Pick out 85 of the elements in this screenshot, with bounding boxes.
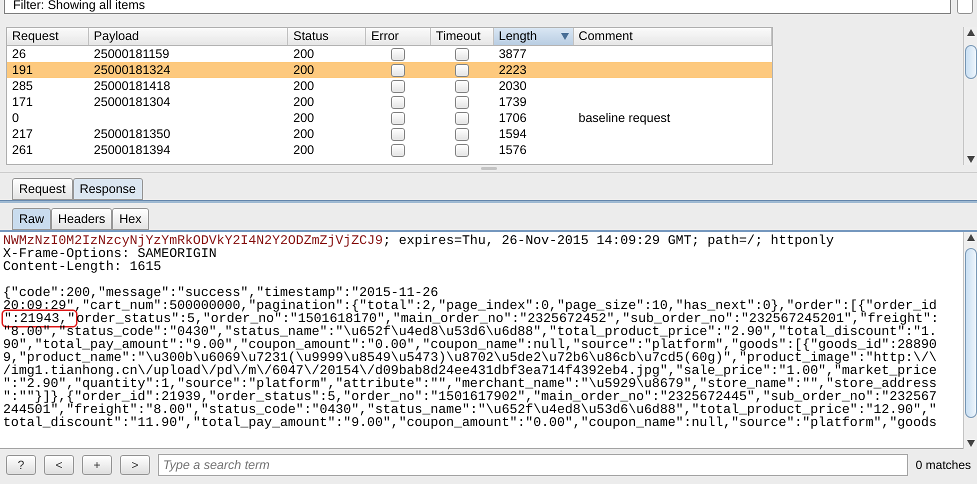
column-header[interactable]: Payload <box>88 28 288 45</box>
tab[interactable]: Raw <box>12 208 52 230</box>
table-cell: 171 <box>12 94 33 109</box>
table-cell: 285 <box>12 78 33 93</box>
search-field[interactable]: Type a search term <box>158 454 908 476</box>
table-cell: 1739 <box>498 94 527 109</box>
checkbox[interactable] <box>455 128 470 140</box>
search-nav-button[interactable]: ? <box>6 455 36 475</box>
response-line: 9,"product_name":"\u300b\u6069\u7231(\u9999\u8549\u5473)\u8702\u5de2\u72b6\u86cb\u7cd5(60g)","product_image":"http:\/\ <box>3 350 937 365</box>
scroll-up-arrow-icon[interactable] <box>967 234 975 241</box>
response-line: ":""}]},{"order_id":21939,"order_status":5,"order_no":"1501617902","main_order_no":"2325672445","sub_order_no":"232567 <box>3 389 937 404</box>
checkbox[interactable] <box>455 48 470 60</box>
table-cell: 2030 <box>498 78 527 93</box>
checkbox[interactable] <box>455 96 470 108</box>
table-cell: baseline request <box>578 110 670 125</box>
tab[interactable]: Response <box>72 178 143 200</box>
checkbox[interactable] <box>455 144 470 156</box>
response-line: 20:09:29","cart_num":500000000,"pagination":{"total":2,"page_index":0,"page_size":10,"has_next":0},"order":[{"order_id <box>3 298 937 313</box>
table-cell: 25000181304 <box>94 94 170 109</box>
splitter-handle[interactable] <box>480 167 496 170</box>
table-cell: 1594 <box>498 126 527 141</box>
column-header[interactable]: Request <box>7 28 89 45</box>
response-line: Content-Length: 1615 <box>3 259 162 274</box>
table-row[interactable]: 191 25000181324 200 2223 <box>7 62 772 78</box>
table-cell: 1576 <box>498 142 527 157</box>
scroll-down-arrow-icon[interactable] <box>967 156 975 163</box>
table-cell: 2223 <box>498 62 527 77</box>
column-header[interactable]: Length <box>494 28 574 45</box>
table-cell: 191 <box>12 62 33 77</box>
scrollbar-thumb[interactable] <box>965 45 977 79</box>
response-line: 90","total_pay_amount":"9.00","coupon_amount":"0.00","coupon_name":null,"source":"platform","goods":[{"goods_id":28890 <box>3 337 937 352</box>
table-cell: 200 <box>293 46 314 61</box>
checkbox[interactable] <box>391 112 406 124</box>
checkbox[interactable] <box>455 64 470 76</box>
table-cell: 25000181324 <box>94 62 170 77</box>
table-cell: 261 <box>12 142 33 157</box>
checkbox[interactable] <box>391 64 406 76</box>
table-cell: 217 <box>12 126 33 141</box>
tab[interactable]: Headers <box>51 208 112 230</box>
sort-arrow-icon <box>560 33 569 40</box>
cookie-value: NWMzNzI0M2IzNzcyNjYzYmRkODVkY2I4N2Y2ODZmZjVjZCJ9 <box>3 233 383 248</box>
checkbox[interactable] <box>455 80 470 92</box>
highlighted-text: ":21943," <box>3 311 76 326</box>
table-cell: 3877 <box>498 46 527 61</box>
search-nav-button[interactable]: < <box>44 455 74 475</box>
response-line: {"code":200,"message":"success","timestamp":"2015-11-26 <box>3 285 438 300</box>
checkbox[interactable] <box>391 48 406 60</box>
response-line: /img1.tianhong.cn\/upload\/pd\/m\/6047\/20154\/d09bab8d24ee431dbf3ea714f4392eb4.jpg","sale_price":"1.00","market_price <box>3 363 937 378</box>
table-cell: 200 <box>293 110 314 125</box>
checkbox[interactable] <box>455 112 470 124</box>
table-cell: 0 <box>12 110 19 125</box>
table-cell: 200 <box>293 94 314 109</box>
table-cell: 25000181159 <box>94 46 170 61</box>
checkbox[interactable] <box>391 96 406 108</box>
table-cell: 200 <box>293 78 314 93</box>
search-nav-button[interactable]: > <box>120 455 150 475</box>
checkbox[interactable] <box>391 144 406 156</box>
checkbox[interactable] <box>391 128 406 140</box>
scroll-up-arrow-icon[interactable] <box>967 29 975 36</box>
response-line: "8.00","status_code":"0430","status_name":"\u652f\u4ed8\u53d6\u6d88","total_product_price":"2.90","total_discount":"1. <box>3 324 937 339</box>
column-header[interactable]: Comment <box>574 28 772 45</box>
filter-bar[interactable]: Filter: Showing all items <box>4 0 951 14</box>
table-cell: 25000181418 <box>94 78 170 93</box>
table-cell: 26 <box>12 46 26 61</box>
table-cell: 25000181394 <box>94 142 170 157</box>
checkbox[interactable] <box>391 80 406 92</box>
tab[interactable]: Request <box>12 178 73 200</box>
match-count: 0 matches <box>916 457 971 474</box>
tab[interactable]: Hex <box>112 208 148 230</box>
response-line: 244501","freight":"8.00","status_code":"0430","status_name":"\u652f\u4ed8\u53d6\u6d88","total_product_price":"12.90"," <box>3 402 937 417</box>
table-cell: 200 <box>293 62 314 77</box>
column-header[interactable]: Status <box>288 28 366 45</box>
column-header[interactable]: Error <box>366 28 431 45</box>
table-cell: 25000181350 <box>94 126 170 141</box>
scrollbar[interactable] <box>963 232 977 449</box>
scroll-down-arrow-icon[interactable] <box>967 440 975 447</box>
response-line: X-Frame-Options: SAMEORIGIN <box>3 246 217 261</box>
table-cell: 200 <box>293 142 314 157</box>
scrollbar-thumb[interactable] <box>965 248 977 418</box>
response-line: total_discount":"11.90","total_pay_amount":"9.00","coupon_amount":"0.00","coupon_name":null,"source":"platform","goods <box>3 415 937 430</box>
search-nav-button[interactable]: + <box>82 455 112 475</box>
table-cell: 200 <box>293 126 314 141</box>
response-line: ":"2.90","quantity":1,"source":"platform","attribute":"","merchant_name":"\u5929\u8679","store_name":"","store_address <box>3 376 937 391</box>
response-line: ; expires=Thu, 26-Nov-2015 14:09:29 GMT; path=/; httponly <box>382 233 834 248</box>
table-cell: 1706 <box>498 110 527 125</box>
